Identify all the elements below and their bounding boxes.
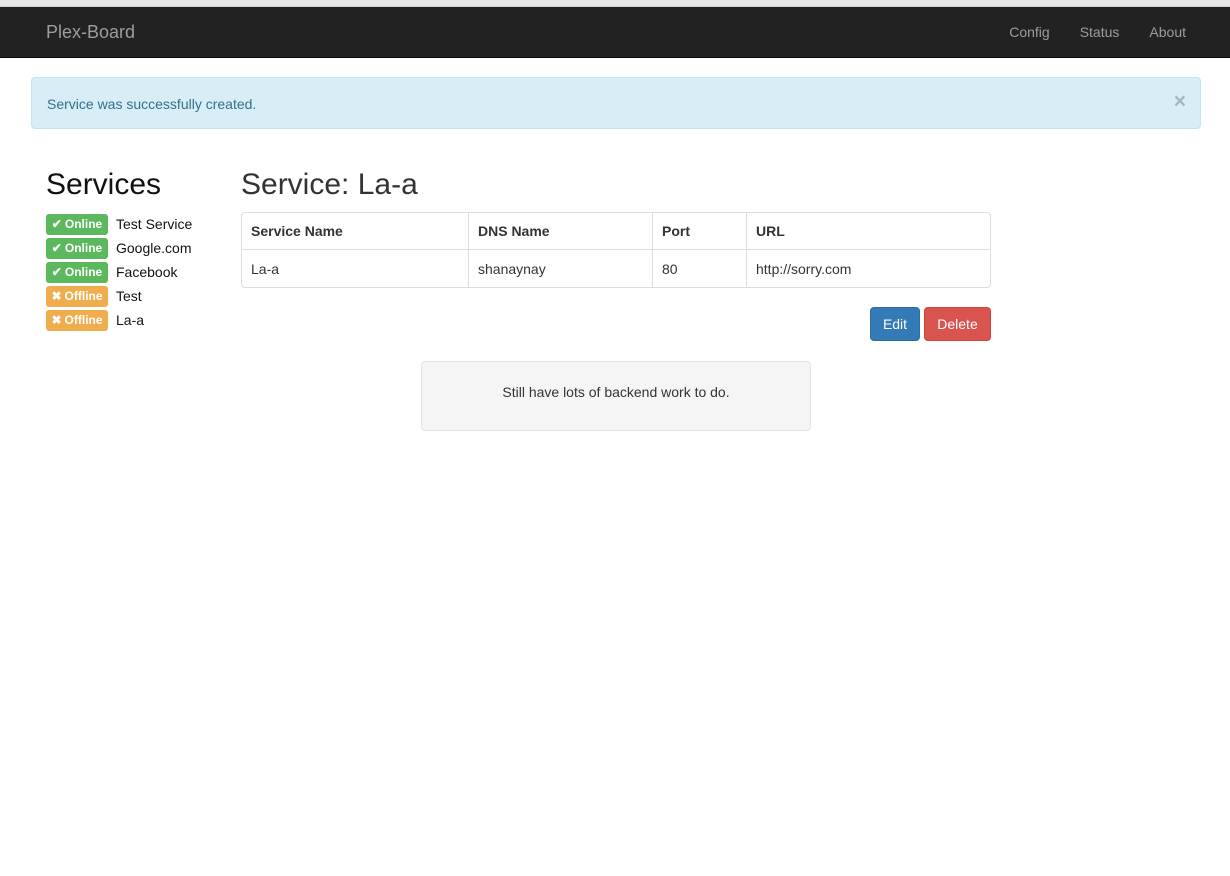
service-link[interactable]: Test	[116, 288, 142, 304]
page-title: Service: La-a	[241, 168, 418, 201]
nav-about-link[interactable]: About	[1149, 24, 1186, 40]
status-badge-label: Online	[64, 217, 103, 231]
close-icon[interactable]: ×	[1174, 91, 1186, 112]
check-icon: ✔	[51, 265, 62, 279]
list-item: ✖ Offline La-a	[46, 308, 192, 332]
table-cell: 80	[653, 250, 747, 287]
status-badge-label: Offline	[64, 313, 103, 327]
status-badge: ✔ Online	[46, 237, 108, 259]
nav-config-link[interactable]: Config	[1009, 24, 1049, 40]
service-link[interactable]: Test Service	[116, 216, 192, 232]
service-list: ✔ Online Test Service ✔ Online Google.com …	[46, 212, 192, 332]
table-cell: shanaynay	[469, 250, 653, 287]
status-badge-label: Offline	[64, 289, 103, 303]
table-row: La-a shanaynay 80 http://sorry.com	[242, 250, 990, 287]
service-link[interactable]: La-a	[116, 312, 144, 328]
status-badge: ✖ Offline	[46, 309, 108, 331]
browser-top-strip	[0, 0, 1230, 7]
column-header: Service Name	[242, 213, 469, 250]
table-cell: http://sorry.com	[756, 260, 852, 277]
nav-links: Config Status About	[1009, 24, 1186, 40]
status-badge: ✔ Online	[46, 261, 108, 283]
delete-button[interactable]: Delete	[924, 307, 991, 341]
check-icon: ✔	[51, 217, 62, 231]
status-badge: ✔ Online	[46, 213, 108, 235]
service-details-table: Service Name DNS Name Port URL La-a shan…	[241, 212, 991, 288]
success-alert: Service was successfully created. ×	[31, 77, 1201, 129]
status-badge-label: Online	[64, 241, 103, 255]
brand-link[interactable]: Plex-Board	[46, 22, 135, 43]
note-text: Still have lots of backend work to do.	[502, 384, 730, 400]
sidebar-title: Services	[46, 168, 162, 201]
service-link[interactable]: Google.com	[116, 240, 191, 256]
list-item: ✖ Offline Test	[46, 284, 192, 308]
table-header-row: Service Name DNS Name Port URL	[242, 213, 990, 250]
alert-message: Service was successfully created.	[47, 96, 257, 112]
list-item: ✔ Online Test Service	[46, 212, 192, 236]
status-badge: ✖ Offline	[46, 285, 108, 307]
column-header: DNS Name	[469, 213, 653, 250]
column-header: Port	[653, 213, 747, 250]
edit-button[interactable]: Edit	[870, 307, 920, 341]
list-item: ✔ Online Facebook	[46, 260, 192, 284]
column-header: URL	[747, 213, 990, 250]
x-icon: ✖	[51, 289, 62, 303]
nav-status-link[interactable]: Status	[1080, 24, 1120, 40]
service-link[interactable]: Facebook	[116, 264, 177, 280]
note-well: Still have lots of backend work to do.	[421, 361, 811, 431]
list-item: ✔ Online Google.com	[46, 236, 192, 260]
check-icon: ✔	[51, 241, 62, 255]
navbar: Plex-Board Config Status About	[0, 7, 1230, 58]
status-badge-label: Online	[64, 265, 103, 279]
x-icon: ✖	[51, 313, 62, 327]
table-cell: La-a	[242, 250, 469, 287]
